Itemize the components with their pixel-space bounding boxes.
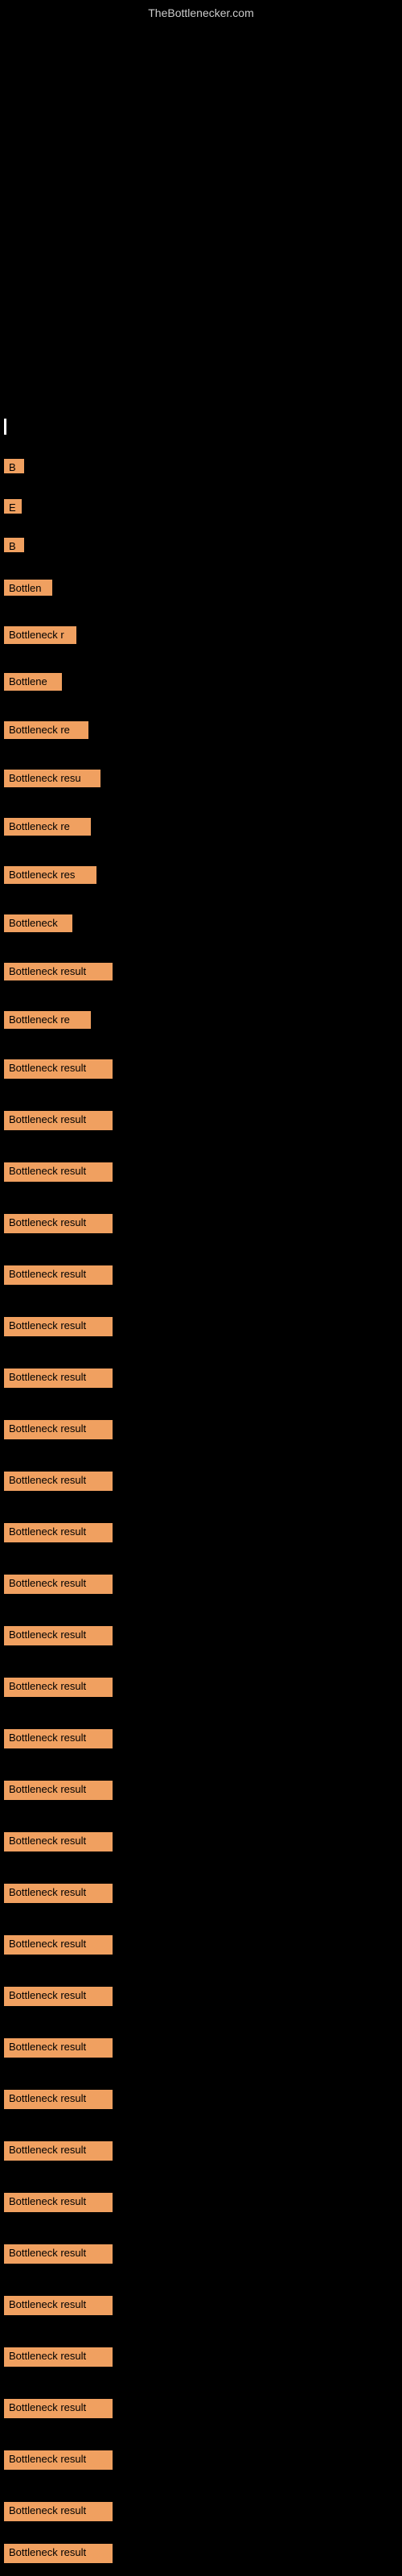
bottleneck-result-item: Bottleneck result	[4, 1368, 113, 1388]
bottleneck-result-item: Bottleneck res	[4, 866, 96, 884]
bottleneck-result-item: Bottleneck result	[4, 1987, 113, 2006]
bottleneck-result-item: Bottleneck result	[4, 1214, 113, 1233]
bottleneck-result-item: Bottleneck result	[4, 1111, 113, 1130]
bottleneck-result-item: Bottleneck result	[4, 2038, 113, 2058]
bottleneck-result-item: Bottleneck result	[4, 2347, 113, 2367]
bottleneck-result-item: Bottleneck result	[4, 1678, 113, 1697]
bottleneck-result-item: Bottleneck result	[4, 2502, 113, 2521]
bottleneck-result-item: Bottleneck result	[4, 2244, 113, 2264]
bottleneck-result-item: Bottleneck result	[4, 1832, 113, 1852]
bottleneck-result-item: Bottleneck result	[4, 1472, 113, 1491]
bottleneck-result-item: Bottleneck result	[4, 1059, 113, 1079]
bottleneck-result-item: Bottleneck result	[4, 2141, 113, 2161]
bottleneck-result-item: Bottleneck re	[4, 721, 88, 739]
bottleneck-result-item: Bottleneck resu	[4, 770, 100, 787]
bottleneck-result-item: Bottleneck result	[4, 1265, 113, 1285]
bottleneck-result-item: Bottlene	[4, 673, 62, 691]
bottleneck-result-item: Bottleneck result	[4, 1162, 113, 1182]
bottleneck-result-item: Bottleneck result	[4, 1420, 113, 1439]
site-title: TheBottlenecker.com	[148, 6, 254, 19]
bottleneck-result-item: Bottleneck result	[4, 1935, 113, 1955]
bottleneck-result-item: Bottleneck r	[4, 626, 76, 644]
bottleneck-result-item: Bottleneck re	[4, 1011, 91, 1029]
bottleneck-result-item: E	[4, 499, 22, 514]
bottleneck-result-item: Bottlen	[4, 580, 52, 596]
bottleneck-result-item: Bottleneck result	[4, 2399, 113, 2418]
bottleneck-result-item: Bottleneck result	[4, 2296, 113, 2315]
bottleneck-result-item: Bottleneck result	[4, 1575, 113, 1594]
bottleneck-result-item: Bottleneck result	[4, 2450, 113, 2470]
bottleneck-result-item: Bottleneck result	[4, 2193, 113, 2212]
bottleneck-result-item: B	[4, 459, 24, 473]
bottleneck-result-item: Bottleneck result	[4, 1781, 113, 1800]
bottleneck-result-item: Bottleneck result	[4, 1523, 113, 1542]
bottleneck-result-item: Bottleneck re	[4, 818, 91, 836]
bottleneck-result-item: B	[4, 538, 24, 552]
bottleneck-result-item: Bottleneck result	[4, 2090, 113, 2109]
text-cursor	[4, 419, 6, 435]
bottleneck-result-item: Bottleneck result	[4, 2544, 113, 2563]
bottleneck-result-item: Bottleneck result	[4, 1626, 113, 1645]
bottleneck-result-item: Bottleneck	[4, 914, 72, 932]
bottleneck-result-item: Bottleneck result	[4, 1729, 113, 1748]
bottleneck-result-item: Bottleneck result	[4, 963, 113, 980]
bottleneck-result-item: Bottleneck result	[4, 1317, 113, 1336]
bottleneck-result-item: Bottleneck result	[4, 1884, 113, 1903]
